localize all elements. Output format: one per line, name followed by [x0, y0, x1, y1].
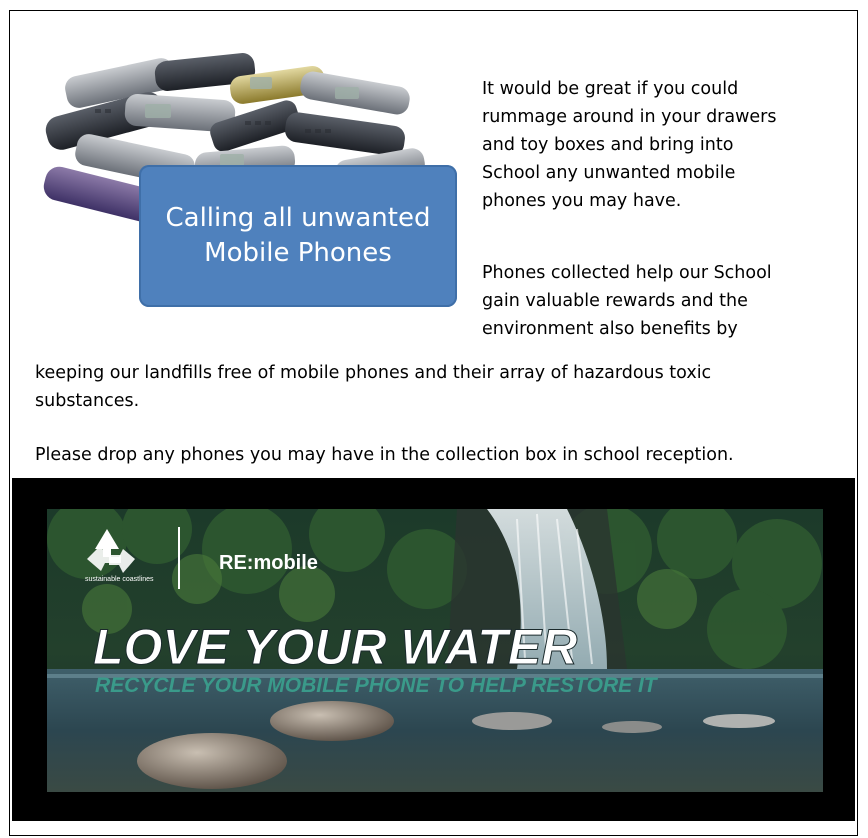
benefits-line: keeping our landfills free of mobile pho…	[35, 363, 712, 383]
callout-box: Calling all unwanted Mobile Phones	[139, 165, 457, 307]
benefits-line: gain valuable rewards and the	[482, 291, 748, 311]
intro-line: phones you may have.	[482, 191, 682, 211]
intro-line: School any unwanted mobile	[482, 163, 736, 183]
callout-line-1: Calling all unwanted	[165, 203, 431, 233]
callout-line-2: Mobile Phones	[204, 238, 392, 268]
tagline: RECYCLE YOUR MOBILE PHONE TO HELP RESTOR…	[95, 674, 659, 697]
benefits-line: Phones collected help our School	[482, 263, 772, 283]
sub-brand: sustainable coastlines	[85, 576, 154, 583]
document-page: Calling all unwanted Mobile Phones It wo…	[9, 10, 858, 836]
intro-line: It would be great if you could	[482, 79, 739, 99]
intro-line: rummage around in your drawers	[482, 107, 777, 127]
brand-logo: RE:mobile	[219, 552, 318, 574]
benefits-paragraph: Phones collected help our School gain va…	[482, 259, 832, 343]
benefits-continuation: keeping our landfills free of mobile pho…	[35, 359, 835, 415]
intro-paragraph: It would be great if you could rummage a…	[482, 75, 832, 215]
love-your-water-banner: sustainable coastlines RE:mobile LOVE YO…	[47, 509, 823, 792]
dropoff-paragraph: Please drop any phones you may have in t…	[35, 445, 734, 465]
intro-line: and toy boxes and bring into	[482, 135, 734, 155]
headline: LOVE YOUR WATER	[93, 619, 577, 675]
benefits-line: substances.	[35, 391, 140, 411]
benefits-line: environment also benefits by	[482, 319, 738, 339]
